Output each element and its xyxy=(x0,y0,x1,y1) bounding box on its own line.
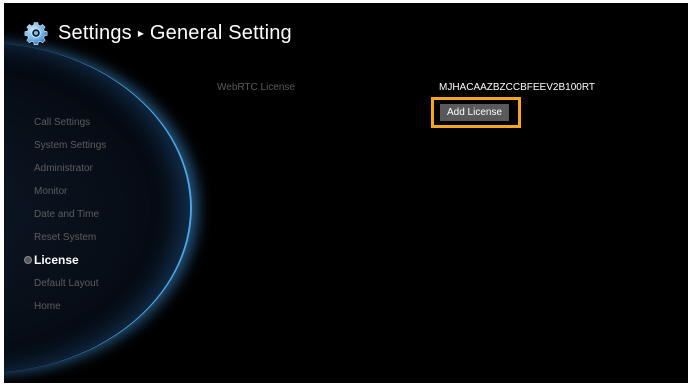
sidebar-item-monitor[interactable]: Monitor xyxy=(34,180,106,203)
breadcrumb-separator: ▸ xyxy=(137,26,144,40)
sidebar-item-default-layout[interactable]: Default Layout xyxy=(34,272,106,295)
sidebar-item-license[interactable]: License xyxy=(24,249,106,272)
sidebar-item-reset-system[interactable]: Reset System xyxy=(34,226,106,249)
webrtc-license-label: WebRTC License xyxy=(217,82,295,93)
sidebar-item-date-and-time[interactable]: Date and Time xyxy=(34,203,106,226)
webrtc-license-value: MJHACAAZBZCCBFEEV2B100RT xyxy=(439,82,595,93)
sidebar-item-system-settings[interactable]: System Settings xyxy=(34,134,106,157)
sidebar-item-call-settings[interactable]: Call Settings xyxy=(34,111,106,134)
sidebar-menu: Call Settings System Settings Administra… xyxy=(24,111,106,318)
page-header: Settings ▸ General Setting xyxy=(24,19,292,47)
sidebar-item-home[interactable]: Home xyxy=(34,295,106,318)
page-title: Settings xyxy=(58,21,132,44)
add-license-button[interactable]: Add License xyxy=(440,104,509,121)
gear-icon xyxy=(24,22,48,45)
page-subtitle: General Setting xyxy=(149,21,292,44)
sidebar-item-label: License xyxy=(34,253,79,267)
sidebar-item-administrator[interactable]: Administrator xyxy=(34,157,106,180)
settings-screen: Settings ▸ General Setting Call Settings… xyxy=(4,3,688,383)
selected-bullet-icon xyxy=(24,256,32,264)
